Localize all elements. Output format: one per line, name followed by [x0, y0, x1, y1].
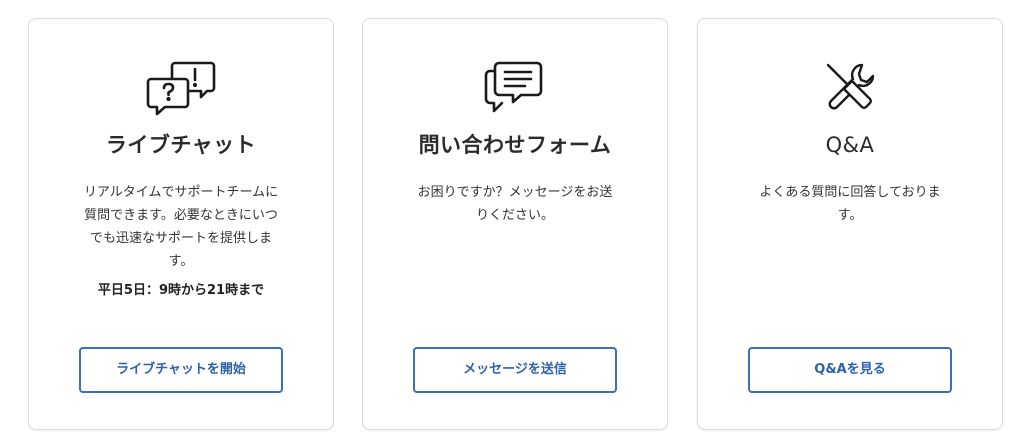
tools-icon	[814, 59, 886, 119]
live-chat-description: リアルタイムでサポートチームに質問できます。必要なときにいつでも迅速なサポートを…	[83, 185, 279, 269]
message-form-icon	[479, 59, 551, 119]
qa-title: Q&A	[825, 133, 875, 157]
send-message-button[interactable]: メッセージを送信	[413, 347, 617, 393]
contact-form-title: 問い合わせフォーム	[418, 133, 612, 157]
start-live-chat-button[interactable]: ライブチャットを開始	[79, 347, 283, 393]
qa-description: よくある質問に回答しております。	[759, 185, 941, 223]
qa-card: Q&A よくある質問に回答しております。 Q&Aを見る	[697, 18, 1003, 430]
contact-form-description: お困りですか？メッセージをお送りください。	[417, 185, 613, 223]
question-exclamation-chat-icon	[145, 59, 217, 119]
view-qa-button[interactable]: Q&Aを見る	[748, 347, 952, 393]
contact-form-card: 問い合わせフォーム お困りですか？メッセージをお送りください。 メッセージを送信	[362, 18, 668, 430]
live-chat-hours: 平日5日：9時から21時まで	[97, 283, 265, 298]
live-chat-title: ライブチャット	[105, 133, 257, 157]
live-chat-card: ライブチャット リアルタイムでサポートチームに質問できます。必要なときにいつでも…	[28, 18, 334, 430]
